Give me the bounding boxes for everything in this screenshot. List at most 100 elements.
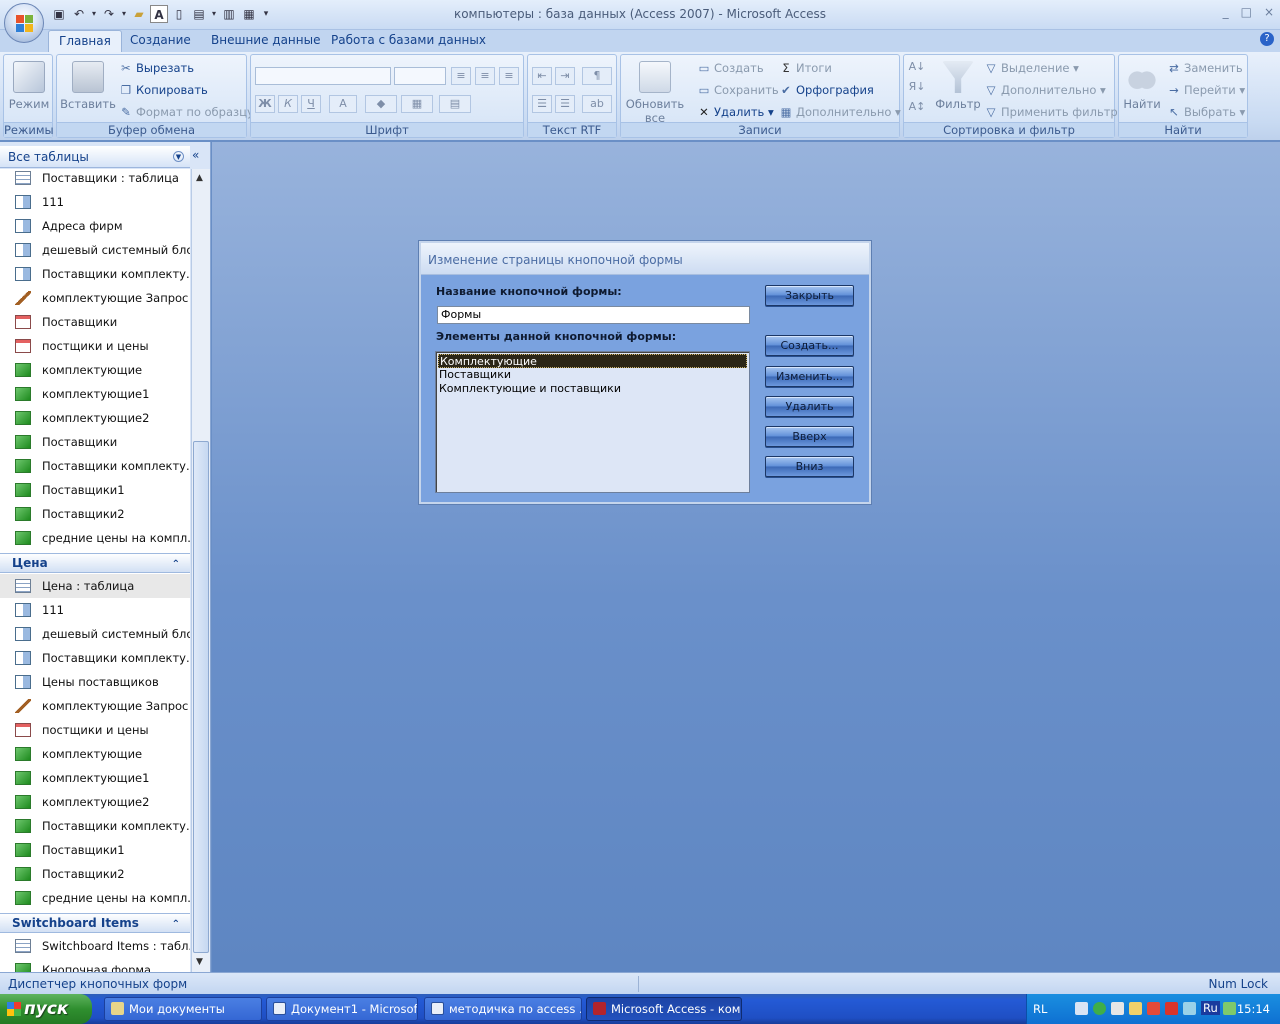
nav-item[interactable]: комплектующие — [0, 358, 190, 382]
nav-item[interactable]: Цена : таблица — [0, 574, 190, 598]
task-my-documents[interactable]: Мои документы — [104, 997, 262, 1021]
bulleted-list-icon[interactable]: ☰ — [555, 95, 575, 113]
nav-item[interactable]: Поставщики — [0, 310, 190, 334]
form-design-dropdown-icon[interactable]: ▾ — [210, 5, 218, 23]
create-item-button[interactable]: Создать... — [765, 335, 854, 356]
goto-button[interactable]: → Перейти ▾ — [1167, 83, 1245, 97]
align-right-icon[interactable]: ≡ — [499, 67, 519, 85]
task-word-document[interactable]: Документ1 - Microsof... — [266, 997, 418, 1021]
align-center-icon[interactable]: ≡ — [475, 67, 495, 85]
list-item[interactable]: Поставщики — [438, 368, 747, 382]
customize-quick-access-icon[interactable]: ▾ — [260, 5, 272, 23]
tab-database-tools[interactable]: Работа с базами данных — [321, 30, 496, 52]
help-icon[interactable]: ? — [1260, 32, 1274, 46]
collapse-section-icon[interactable]: ⌃ — [172, 915, 180, 934]
properties-icon[interactable]: ▦ — [240, 5, 258, 23]
filter-button[interactable]: Фильтр — [932, 61, 984, 111]
paste-button[interactable]: Вставить — [60, 61, 116, 111]
tray-network-icon[interactable] — [1075, 1002, 1088, 1015]
task-methodology[interactable]: методичка по access ... — [424, 997, 582, 1021]
increase-indent-icon[interactable]: ⇥ — [555, 67, 575, 85]
nav-item[interactable]: Адреса фирм — [0, 214, 190, 238]
maximize-button[interactable]: □ — [1241, 5, 1252, 19]
nav-item[interactable]: средние цены на компл... — [0, 886, 190, 910]
totals-button[interactable]: Σ Итоги — [779, 61, 832, 75]
tab-create[interactable]: Создание — [120, 30, 201, 52]
cut-button[interactable]: ✂ Вырезать — [119, 61, 194, 75]
paragraph-direction-icon[interactable]: ¶ — [582, 67, 612, 85]
tab-home[interactable]: Главная — [48, 30, 122, 52]
nav-item[interactable]: комплектующие Запрос — [0, 286, 190, 310]
nav-item[interactable]: Поставщики2 — [0, 862, 190, 886]
nav-item[interactable]: 111 — [0, 598, 190, 622]
tray-security-icon[interactable] — [1147, 1002, 1160, 1015]
tray-volume-icon[interactable] — [1111, 1002, 1124, 1015]
nav-item[interactable]: постщики и цены — [0, 718, 190, 742]
font-name-dropdown[interactable] — [255, 67, 391, 85]
more-records-button[interactable]: ▦ Дополнительно ▾ — [779, 105, 901, 119]
nav-item[interactable]: Поставщики — [0, 430, 190, 454]
nav-item[interactable]: комплектующие2 — [0, 406, 190, 430]
move-down-button[interactable]: Вниз — [765, 456, 854, 477]
nav-item[interactable]: Поставщики комплекту... — [0, 262, 190, 286]
nav-item[interactable]: дешевый системный блок — [0, 238, 190, 262]
close-button[interactable]: × — [1264, 5, 1274, 19]
apply-filter-button[interactable]: ▽ Применить фильтр — [984, 105, 1118, 119]
nav-item[interactable]: комплектующие1 — [0, 766, 190, 790]
undo-dropdown-icon[interactable]: ▾ — [90, 5, 98, 23]
move-up-button[interactable]: Вверх — [765, 426, 854, 447]
nav-scrollbar[interactable]: ▲ ▼ — [191, 169, 210, 972]
font-size-dropdown[interactable] — [394, 67, 446, 85]
align-left-icon[interactable]: ≡ — [451, 67, 471, 85]
redo-dropdown-icon[interactable]: ▾ — [120, 5, 128, 23]
scroll-down-icon[interactable]: ▼ — [196, 957, 203, 967]
edit-item-button[interactable]: Изменить... — [765, 366, 854, 387]
save-record-button[interactable]: ▭ Сохранить — [697, 83, 779, 97]
nav-item[interactable]: дешевый системный блок — [0, 622, 190, 646]
nav-item[interactable]: комплектующие Запрос — [0, 694, 190, 718]
nav-item[interactable]: комплектующие1 — [0, 382, 190, 406]
tray-update-icon[interactable] — [1093, 1002, 1106, 1015]
alternate-fill-icon[interactable]: ▤ — [439, 95, 471, 113]
nav-item[interactable]: Поставщики1 — [0, 838, 190, 862]
selection-button[interactable]: ▽ Выделение ▾ — [984, 61, 1079, 75]
clear-sort-icon[interactable]: A↕ — [907, 99, 927, 117]
nav-item[interactable]: Поставщики : таблица — [0, 169, 190, 190]
section-header-switchboard[interactable]: Switchboard Items ⌃ — [0, 913, 190, 933]
tray-device-icon[interactable] — [1183, 1002, 1196, 1015]
minimize-button[interactable]: _ — [1223, 5, 1229, 19]
scroll-thumb[interactable] — [193, 441, 209, 953]
close-dialog-button[interactable]: Закрыть — [765, 285, 854, 306]
tray-chat-icon[interactable] — [1129, 1002, 1142, 1015]
list-item[interactable]: Комплектующие — [438, 354, 747, 368]
mode-button[interactable]: Режим — [4, 61, 54, 111]
collapse-pane-icon[interactable]: « — [192, 148, 199, 162]
section-header-price[interactable]: Цена ⌃ — [0, 553, 190, 573]
tray-misc-icon[interactable] — [1223, 1002, 1236, 1015]
new-document-icon[interactable]: ▯ — [170, 5, 188, 23]
sort-descending-icon[interactable]: Я↓ — [907, 79, 927, 97]
office-button[interactable] — [4, 3, 44, 43]
nav-item[interactable]: Поставщики комплекту... — [0, 814, 190, 838]
undo-icon[interactable]: ↶ — [70, 5, 88, 23]
find-button[interactable]: Найти — [1119, 61, 1165, 111]
tab-external-data[interactable]: Внешние данные — [201, 30, 330, 52]
nav-item[interactable]: Switchboard Items : табл... — [0, 934, 190, 958]
language-indicator[interactable]: RL — [1033, 1002, 1047, 1016]
nav-item[interactable]: Кнопочная форма — [0, 958, 190, 972]
switchboard-items-listbox[interactable]: Комплектующие Поставщики Комплектующие и… — [435, 351, 750, 493]
bold-button[interactable]: Ж — [255, 95, 275, 113]
nav-header[interactable]: Все таблицы ▼ — [0, 146, 190, 168]
tray-antivirus-icon[interactable] — [1165, 1002, 1178, 1015]
form-design-icon[interactable]: ▤ — [190, 5, 208, 23]
nav-item[interactable]: Поставщики комплекту... — [0, 454, 190, 478]
scroll-up-icon[interactable]: ▲ — [196, 173, 203, 183]
start-button[interactable]: пуск — [0, 994, 92, 1024]
nav-menu-chevron-icon[interactable]: ▼ — [173, 151, 184, 162]
select-button[interactable]: ↖ Выбрать ▾ — [1167, 105, 1245, 119]
task-access[interactable]: Microsoft Access - ком... — [586, 997, 742, 1021]
save-icon[interactable]: ▣ — [50, 5, 68, 23]
advanced-filter-button[interactable]: ▽ Дополнительно ▾ — [984, 83, 1106, 97]
copy-button[interactable]: ❐ Копировать — [119, 83, 208, 97]
fill-color-icon[interactable]: ◆ — [365, 95, 397, 113]
